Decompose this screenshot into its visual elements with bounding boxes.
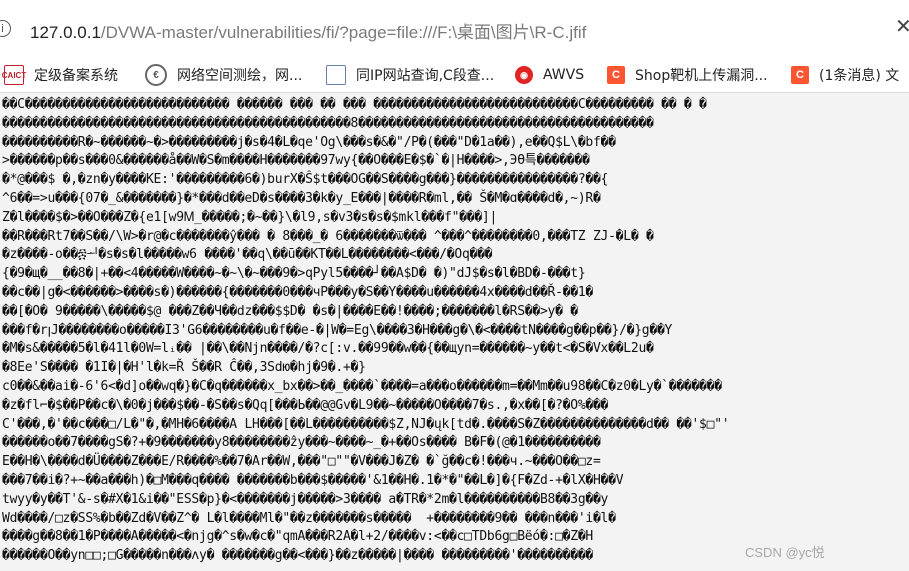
page-icon (326, 65, 346, 85)
url-host: 127.0.0.1 (30, 23, 101, 42)
bookmark-item-5[interactable]: C (1条消息) 文 (791, 62, 909, 88)
bookmark-label: 网络空间测绘，网... (177, 68, 303, 84)
bookmark-item-0[interactable]: CAICT 定级备案系统 (2, 62, 134, 88)
bookmark-item-2[interactable]: 同IP网站查询,C段查... (326, 62, 501, 88)
address-bar[interactable]: i 127.0.0.1/DVWA-master/vulnerabilities/… (0, 0, 909, 59)
close-icon[interactable]: ✕ (895, 14, 909, 38)
csdn-icon: C (607, 66, 625, 84)
bookmark-label: Shop靶机上传漏洞... (635, 68, 768, 84)
csdn-icon: C (791, 66, 809, 84)
url-text[interactable]: 127.0.0.1/DVWA-master/vulnerabilities/fi… (30, 18, 586, 43)
caict-logo-icon: CAICT (2, 65, 26, 85)
csdn-watermark: CSDN @yc悦 (745, 545, 825, 560)
bookmark-item-3[interactable]: ◉ AWVS (515, 62, 600, 88)
globe-icon: € (145, 64, 167, 86)
bookmark-label: (1条消息) 文 (819, 68, 900, 84)
bookmarks-bar: CAICT 定级备案系统 € 网络空间测绘，网... 同IP网站查询,C段查..… (0, 58, 909, 93)
bookmark-item-4[interactable]: C Shop靶机上传漏洞... (607, 62, 777, 88)
bookmark-label: 同IP网站查询,C段查... (356, 68, 495, 84)
bookmark-item-1[interactable]: € 网络空间测绘，网... (145, 62, 315, 88)
site-info-icon[interactable]: i (0, 20, 11, 37)
url-path: /DVWA-master/vulnerabilities/fi/?page=fi… (100, 23, 587, 42)
bookmark-label: 定级备案系统 (34, 68, 118, 84)
page-content: ��C��������������������������� ������ ��… (0, 93, 909, 571)
bookmark-label: AWVS (543, 67, 585, 83)
awvs-icon: ◉ (515, 66, 533, 84)
binary-file-text: ��C��������������������������� ������ ��… (2, 97, 730, 564)
